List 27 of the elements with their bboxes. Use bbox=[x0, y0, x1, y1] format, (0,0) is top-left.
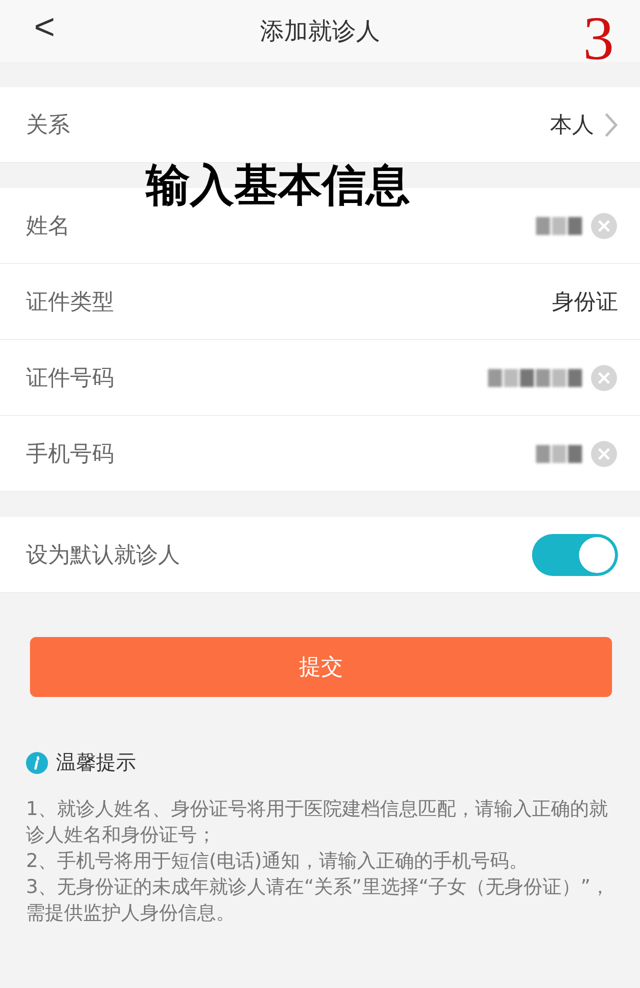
tips-title: 温馨提示 bbox=[56, 749, 136, 776]
field-value: 身份证 bbox=[552, 288, 618, 316]
field-label: 证件类型 bbox=[26, 288, 115, 316]
back-button[interactable]: < bbox=[34, 6, 56, 48]
tip-text: 3、无身份证的未成年就诊人请在“关系”里选择“子女（无身份证）”，需提供监护人身份信息。 bbox=[26, 875, 610, 926]
relation-row[interactable]: 关系 本人 bbox=[0, 87, 640, 163]
field-label: 姓名 bbox=[26, 212, 71, 240]
info-icon bbox=[26, 752, 48, 774]
step-number: 3 bbox=[583, 8, 614, 70]
field-value: 本人 bbox=[550, 112, 594, 140]
tip-text: 2、手机号将用于短信(电话)通知，请输入正确的手机号码。 bbox=[26, 849, 529, 874]
chevron-icon bbox=[604, 112, 618, 138]
tip-text: 1、就诊人姓名、身份证号将用于医院建档信息匹配，请输入正确的就诊人姓名和身份证号； bbox=[26, 797, 610, 848]
toggle-switch[interactable] bbox=[532, 534, 618, 576]
field-label: 设为默认就诊人 bbox=[26, 542, 181, 570]
clear-icon[interactable] bbox=[590, 364, 618, 392]
clear-icon[interactable] bbox=[590, 440, 618, 468]
field-label: 关系 bbox=[26, 112, 71, 140]
redacted-value-drawing bbox=[536, 444, 582, 462]
page-title: 添加就诊人 bbox=[260, 16, 380, 47]
redacted-value-drawing bbox=[536, 216, 582, 234]
field-label: 手机号码 bbox=[26, 440, 115, 468]
clear-icon[interactable] bbox=[590, 212, 618, 240]
field-label: 证件号码 bbox=[26, 364, 115, 392]
form-row[interactable]: 证件号码 bbox=[0, 340, 640, 416]
form-row[interactable]: 证件类型 身份证 bbox=[0, 264, 640, 340]
form-row[interactable]: 手机号码 bbox=[0, 416, 640, 492]
